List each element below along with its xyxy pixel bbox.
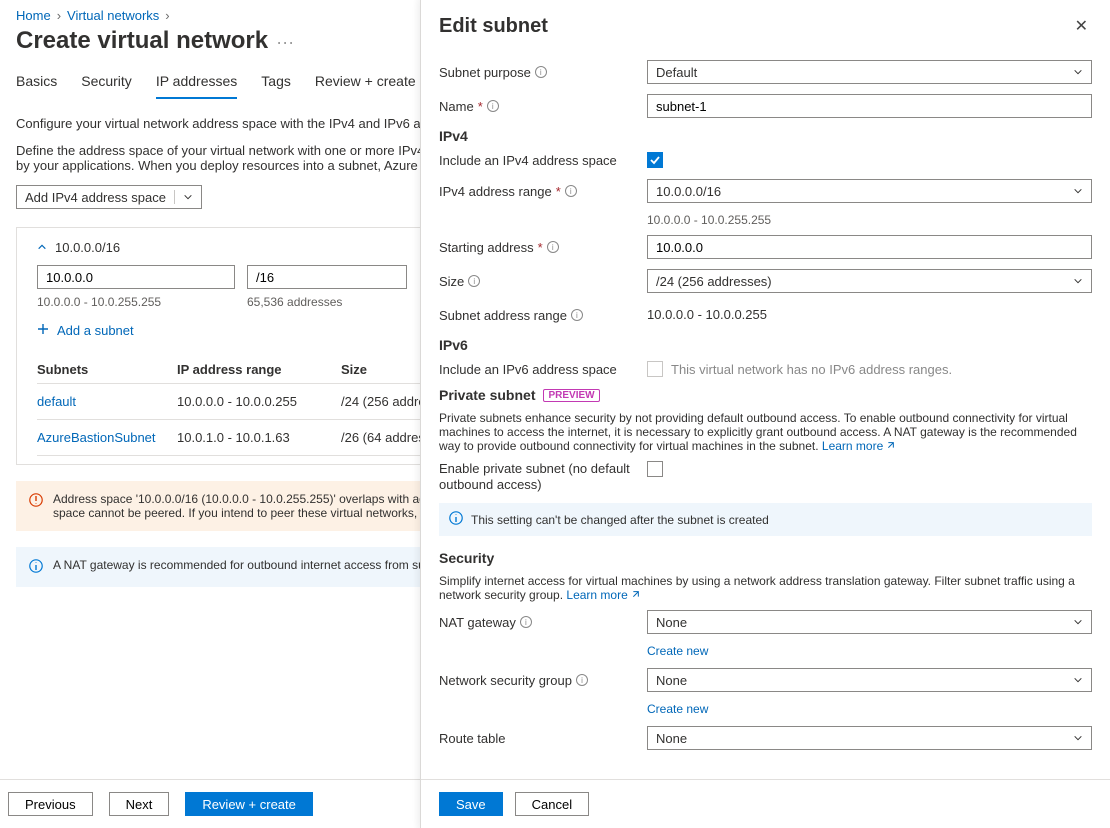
panel-footer: Save Cancel: [421, 779, 1110, 828]
info-icon[interactable]: i: [520, 616, 532, 628]
create-new-nat-link[interactable]: Create new: [647, 644, 1092, 658]
tab-basics[interactable]: Basics: [16, 69, 57, 99]
add-ipv4-address-space-dropdown[interactable]: Add IPv4 address space: [16, 185, 202, 209]
breadcrumb-home[interactable]: Home: [16, 8, 51, 23]
address-space-range-meta: 10.0.0.0 - 10.0.255.255: [37, 295, 247, 309]
create-new-nsg-link[interactable]: Create new: [647, 702, 1092, 716]
previous-button[interactable]: Previous: [8, 792, 93, 816]
subnet-link-default[interactable]: default: [37, 394, 177, 409]
chevron-down-icon: [1073, 184, 1083, 199]
chevron-down-icon: [1073, 65, 1083, 80]
info-icon: [29, 558, 43, 576]
private-subnet-section-header: Private subnetPREVIEW: [439, 387, 1092, 403]
subnet-name-input[interactable]: [647, 94, 1092, 118]
size-select[interactable]: /24 (256 addresses): [647, 269, 1092, 293]
chevron-down-icon: [183, 190, 193, 205]
info-icon[interactable]: i: [547, 241, 559, 253]
next-button[interactable]: Next: [109, 792, 170, 816]
subnet-purpose-select[interactable]: Default: [647, 60, 1092, 84]
enable-private-subnet-checkbox[interactable]: [647, 461, 663, 477]
chevron-down-icon: [1073, 673, 1083, 688]
plus-icon: [37, 323, 49, 338]
ipv4-range-select[interactable]: 10.0.0.0/16: [647, 179, 1092, 203]
panel-title: Edit subnet: [439, 15, 548, 38]
chevron-down-icon: [1073, 274, 1083, 289]
preview-tag: PREVIEW: [543, 389, 599, 402]
private-subnet-description: Private subnets enhance security by not …: [439, 411, 1092, 453]
chevron-up-icon: [37, 240, 47, 255]
info-icon[interactable]: i: [487, 100, 499, 112]
nsg-select[interactable]: None: [647, 668, 1092, 692]
edit-subnet-panel: Edit subnet ✕ Subnet purposei Default Na…: [420, 0, 1110, 828]
ipv6-section-header: IPv6: [439, 337, 1092, 353]
info-icon[interactable]: i: [576, 674, 588, 686]
review-create-button[interactable]: Review + create: [185, 792, 313, 816]
breadcrumb-vnets[interactable]: Virtual networks: [67, 8, 159, 23]
learn-more-link[interactable]: Learn more: [822, 439, 895, 453]
page-title: Create virtual network: [16, 27, 268, 55]
info-icon[interactable]: i: [571, 309, 583, 321]
ipv4-range-meta: 10.0.0.0 - 10.0.255.255: [647, 213, 1092, 227]
security-description: Simplify internet access for virtual mac…: [439, 574, 1092, 602]
include-ipv4-checkbox[interactable]: [647, 152, 663, 168]
tab-review-create[interactable]: Review + create: [315, 69, 416, 99]
ipv6-disabled-note: This virtual network has no IPv6 address…: [671, 362, 952, 377]
subnet-address-range-value: 10.0.0.0 - 10.0.0.255: [647, 303, 1092, 327]
external-link-icon: [883, 439, 895, 453]
chevron-down-icon: [1073, 731, 1083, 746]
cancel-button[interactable]: Cancel: [515, 792, 589, 816]
route-table-select[interactable]: None: [647, 726, 1092, 750]
learn-more-link[interactable]: Learn more: [566, 588, 639, 602]
tab-tags[interactable]: Tags: [261, 69, 291, 99]
more-icon[interactable]: ···: [276, 32, 294, 52]
info-icon: [449, 511, 463, 528]
address-space-prefix-input[interactable]: [247, 265, 407, 289]
address-space-ip-input[interactable]: [37, 265, 235, 289]
nat-gateway-select[interactable]: None: [647, 610, 1092, 634]
info-icon[interactable]: i: [565, 185, 577, 197]
save-button[interactable]: Save: [439, 792, 503, 816]
external-link-icon: [628, 588, 640, 602]
warning-icon: [29, 492, 43, 510]
info-icon[interactable]: i: [468, 275, 480, 287]
tab-security[interactable]: Security: [81, 69, 132, 99]
security-section-header: Security: [439, 550, 1092, 566]
ipv4-section-header: IPv4: [439, 128, 1092, 144]
col-header-name: Subnets: [37, 362, 177, 377]
chevron-down-icon: [1073, 615, 1083, 630]
private-subnet-note-banner: This setting can't be changed after the …: [439, 503, 1092, 536]
tab-ip-addresses[interactable]: IP addresses: [156, 69, 237, 99]
close-icon[interactable]: ✕: [1071, 12, 1092, 40]
info-icon[interactable]: i: [535, 66, 547, 78]
address-space-count-meta: 65,536 addresses: [247, 295, 342, 309]
col-header-range: IP address range: [177, 362, 341, 377]
subnet-link-bastion[interactable]: AzureBastionSubnet: [37, 430, 177, 445]
starting-address-input[interactable]: [647, 235, 1092, 259]
include-ipv6-checkbox: [647, 361, 663, 377]
